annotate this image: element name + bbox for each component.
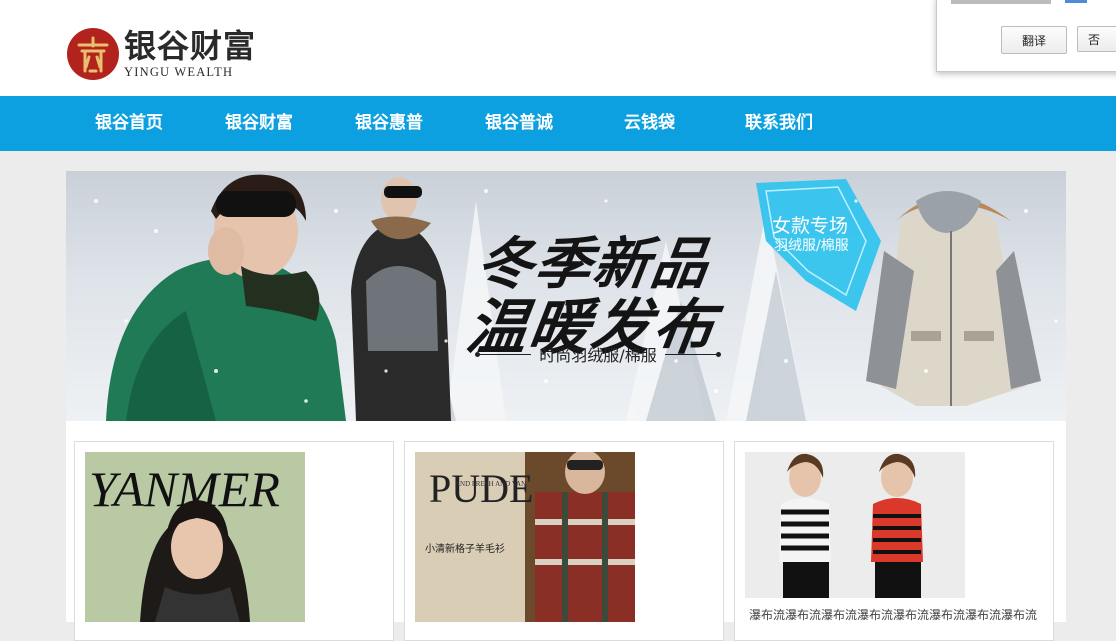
product-image-subtext: AND FRESH AND VAN: [455, 480, 526, 488]
banner-subline: 时尚羽绒服/棉服: [470, 343, 726, 365]
translate-options-link[interactable]: [1065, 0, 1087, 3]
subline-left-rule: [474, 351, 532, 357]
main-nav: 银谷首页 银谷财富 银谷惠普 银谷普诚 云钱袋 联系我们: [0, 96, 1116, 151]
translate-button[interactable]: 翻译: [1001, 26, 1067, 54]
nav-item-wealth[interactable]: 银谷财富: [225, 96, 293, 151]
product-image-title: PUDE: [429, 466, 533, 511]
nav-item-contact[interactable]: 联系我们: [745, 96, 813, 151]
product-image[interactable]: PUDE AND FRESH AND VAN 小清新格子羊毛衫: [415, 452, 635, 622]
logo-cn-text: 银谷财富: [124, 26, 257, 65]
promo-banner[interactable]: 冬季新品 温暖发布 时尚羽绒服/棉服 女款专场 羽绒服/棉服: [66, 171, 1066, 421]
product-image[interactable]: [745, 452, 965, 598]
banner-tag-subtitle: 羽绒服/棉服: [774, 238, 849, 254]
product-image-cn-text: 小清新格子羊毛衫: [425, 542, 505, 555]
subline-right-rule: [664, 351, 722, 357]
banner-tag-title: 女款专场: [772, 215, 849, 237]
product-card[interactable]: PUDE AND FRESH AND VAN 小清新格子羊毛衫: [404, 441, 724, 641]
product-card[interactable]: YANMER: [74, 441, 394, 641]
nav-item-home[interactable]: 银谷首页: [95, 96, 163, 151]
product-image[interactable]: YANMER: [85, 452, 305, 622]
logo-mark-icon: [67, 28, 119, 80]
site-logo[interactable]: 银谷财富 YINGU WEALTH: [66, 26, 306, 82]
product-card[interactable]: 瀑布流瀑布流瀑布流瀑布流瀑布流瀑布流瀑布流瀑布流: [734, 441, 1054, 641]
product-jacket: [866, 191, 1041, 406]
logo-en-text: YINGU WEALTH: [124, 64, 234, 79]
product-caption[interactable]: 瀑布流瀑布流瀑布流瀑布流瀑布流瀑布流瀑布流瀑布流: [749, 606, 1049, 623]
nav-item-huipu[interactable]: 银谷惠普: [355, 96, 423, 151]
model-black-coat: [351, 177, 451, 421]
product-grid: YANMER PUDE AND FRESH AND VAN 小清新格子羊毛衫 瀑…: [66, 421, 1066, 641]
banner-subline-text: 时尚羽绒服/棉服: [539, 346, 657, 365]
nav-item-yunqiandai[interactable]: 云钱袋: [624, 96, 675, 151]
translate-hint: [951, 0, 1051, 5]
nav-item-pucheng[interactable]: 银谷普诚: [485, 96, 553, 151]
model-green-coat: [106, 174, 346, 421]
no-translate-button[interactable]: 否: [1077, 26, 1116, 52]
translate-popup: 翻译 否: [936, 0, 1116, 72]
